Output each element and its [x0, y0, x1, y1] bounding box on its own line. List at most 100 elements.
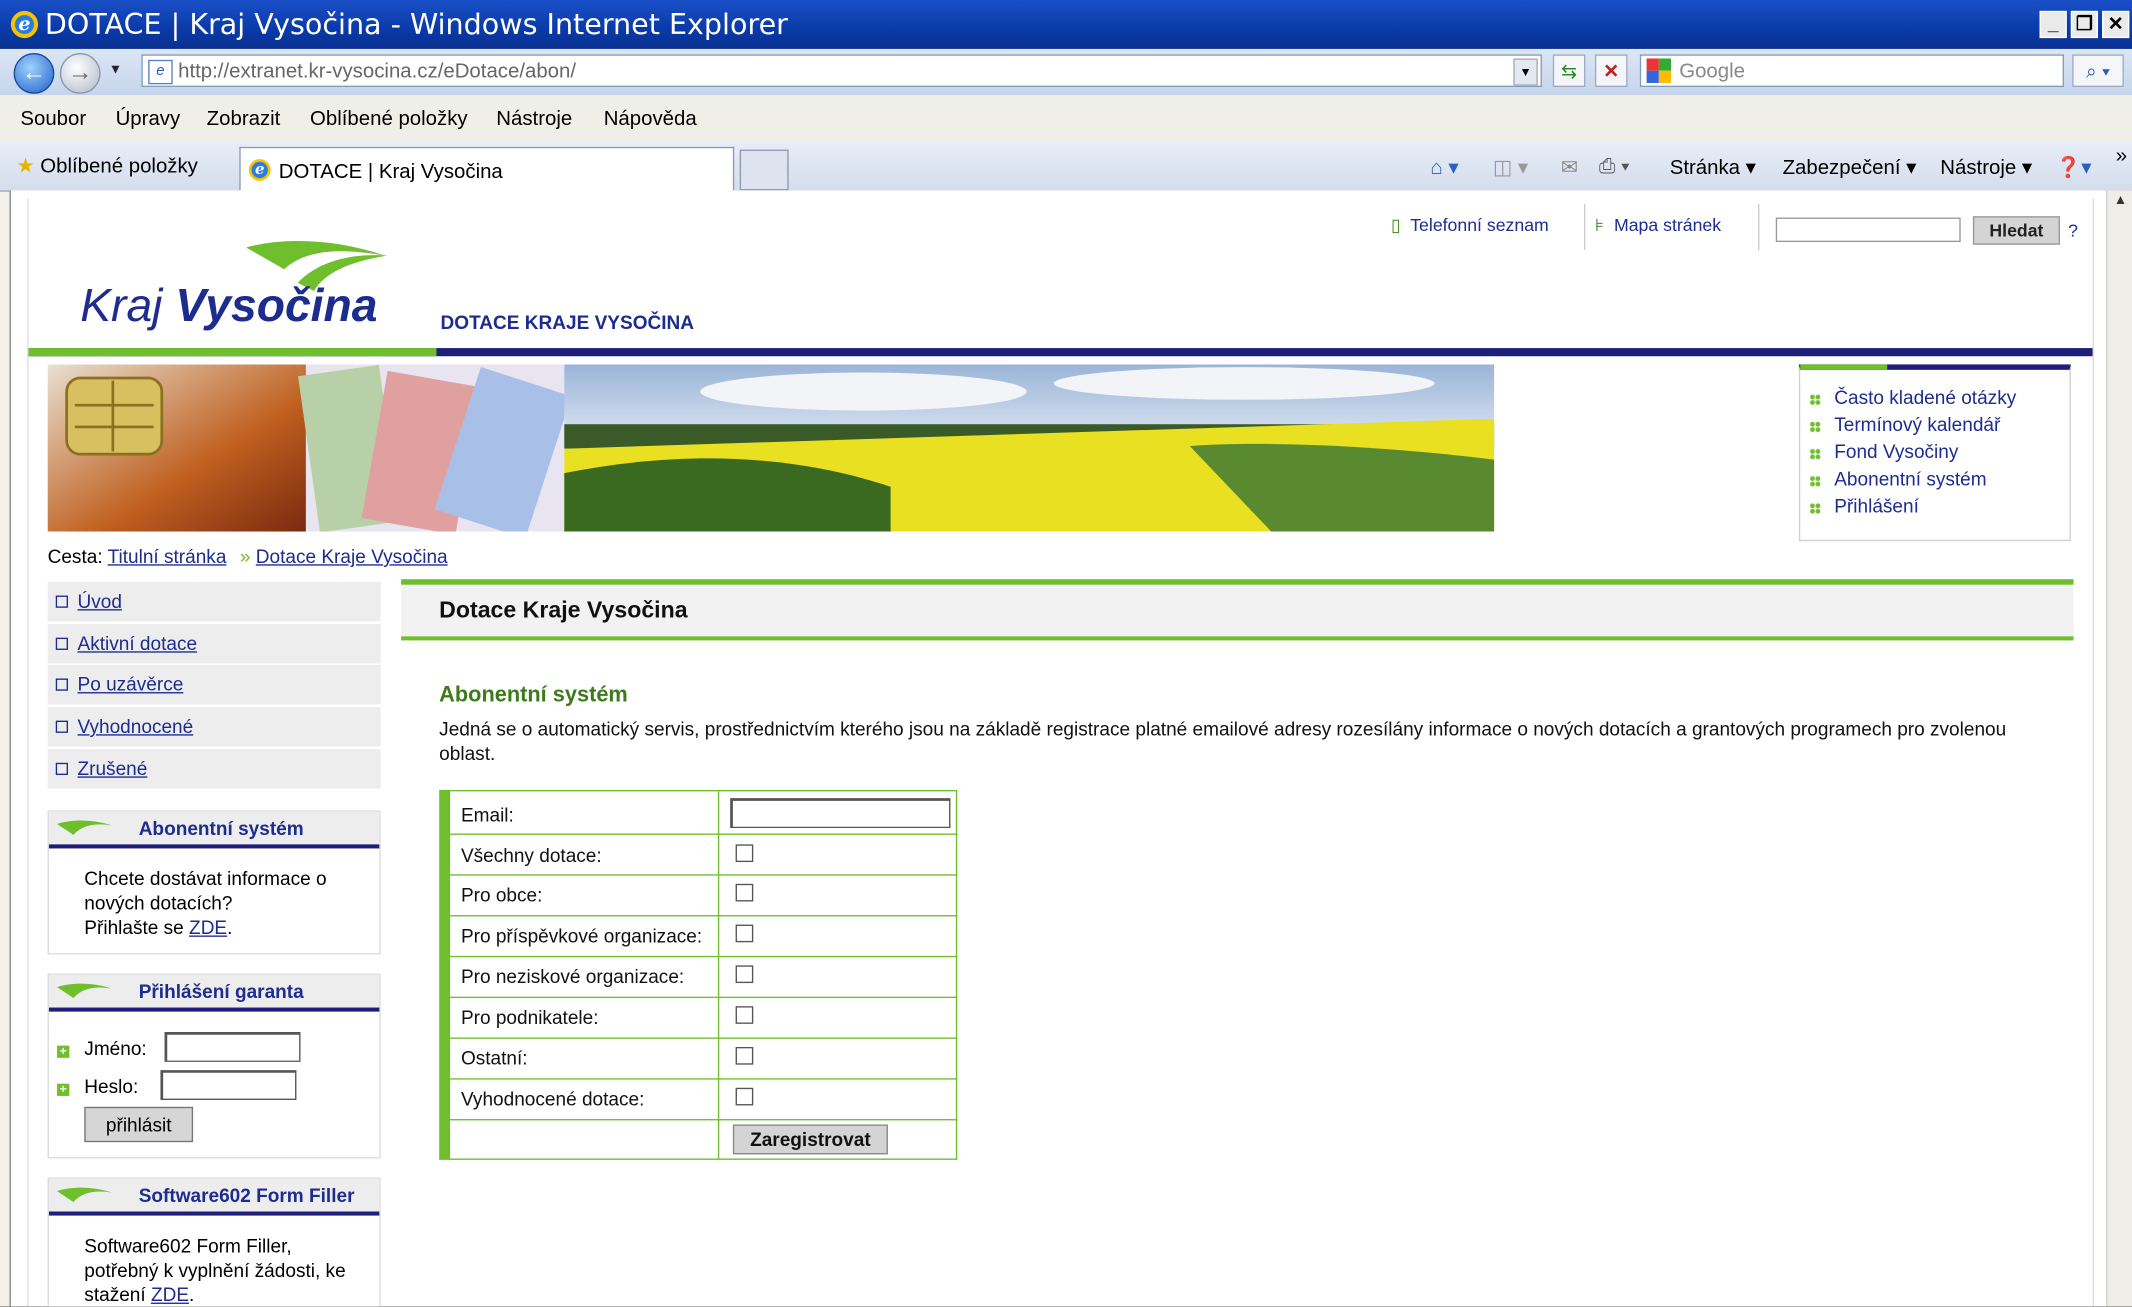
menu-item-soubor[interactable]: Soubor: [20, 107, 86, 130]
quick-link-fond[interactable]: Fond Vysočiny: [1834, 441, 1958, 463]
search-box[interactable]: Google: [1639, 54, 2065, 88]
quick-link-calendar[interactable]: Termínový kalendář: [1834, 413, 2000, 435]
security-menu[interactable]: Zabezpečení ▾: [1783, 155, 1917, 179]
tools-menu[interactable]: Nástroje ▾: [1940, 155, 2032, 179]
left-nav-item-uvod[interactable]: Úvod: [47, 581, 381, 625]
checkbox-prispevkove[interactable]: [735, 924, 754, 943]
checkbox-vsechny[interactable]: [735, 844, 754, 863]
ie-tab-icon: e: [248, 159, 271, 181]
sitemap-link[interactable]: ⊧ Mapa stránek: [1595, 215, 1721, 237]
close-window-button[interactable]: ✕: [2102, 10, 2130, 39]
left-nav-item-zrusene[interactable]: Zrušené: [47, 749, 381, 792]
form-row-option: Ostatní:: [450, 1039, 958, 1080]
plus-icon: +: [57, 1045, 70, 1058]
page-menu[interactable]: Stránka ▾: [1670, 155, 1756, 179]
section-title: Abonentní systém: [439, 683, 628, 708]
nav-square-icon: [55, 637, 68, 650]
widget-header: Software602 Form Filler: [48, 1178, 380, 1216]
widget-abon-link[interactable]: ZDE: [189, 916, 227, 938]
username-input[interactable]: [164, 1032, 301, 1062]
quick-link-login[interactable]: Přihlášení: [1834, 495, 1919, 517]
quick-link-abon[interactable]: Abonentní systém: [1834, 468, 1986, 490]
widget-sw-line3: stažení: [84, 1283, 151, 1306]
home-icon[interactable]: ⌂ ▾: [1430, 155, 1458, 179]
site-search-input[interactable]: [1775, 217, 1961, 243]
chevron-more-icon[interactable]: »: [2116, 144, 2127, 167]
email-label: Email:: [460, 803, 514, 826]
search-icon[interactable]: ⌕ ▾: [2072, 54, 2124, 88]
phone-list-link[interactable]: ▯ Telefonní seznam: [1391, 215, 1549, 237]
nav-square-icon: [55, 595, 68, 608]
forward-button[interactable]: →: [59, 53, 101, 94]
back-button[interactable]: ←: [13, 53, 55, 94]
new-tab-button[interactable]: [739, 149, 789, 191]
menu-item-napoveda[interactable]: Nápověda: [604, 107, 697, 130]
help-icon[interactable]: ❓▾: [2056, 155, 2092, 179]
main-heading-bar: Dotace Kraje Vysočina: [401, 579, 2074, 641]
menu-item-nastroje[interactable]: Nástroje: [496, 107, 572, 130]
left-nav-label: Zrušené: [77, 757, 148, 780]
checkbox-vyhodnocene[interactable]: [735, 1087, 754, 1106]
refresh-icon[interactable]: ⇆: [1552, 54, 1586, 88]
menu-item-upravy[interactable]: Úpravy: [116, 107, 181, 130]
nav-square-icon: [55, 762, 68, 776]
checkbox-podnikatele[interactable]: [735, 1006, 754, 1024]
checkbox-neziskove[interactable]: [735, 965, 754, 984]
banner-illustration: [47, 364, 1495, 532]
sitemap-icon: ⊧: [1594, 214, 1605, 236]
title-bar: e DOTACE | Kraj Vysočina - Windows Inter…: [0, 0, 2132, 49]
form-row-option: Pro obce:: [450, 876, 958, 917]
bullet-icon: [1809, 394, 1821, 406]
history-dropdown-icon[interactable]: ▼: [109, 63, 122, 78]
widget-title: Přihlášení garanta: [138, 980, 304, 1003]
bullet-icon: [1809, 421, 1821, 433]
address-bar[interactable]: e http://extranet.kr-vysocina.cz/eDotace…: [141, 54, 1542, 88]
minimize-button[interactable]: _: [2039, 10, 2067, 39]
favorites-button[interactable]: ★ Oblíbené položky: [16, 154, 198, 178]
search-help-link[interactable]: ?: [2068, 220, 2078, 240]
left-nav-item-po-uzaverce[interactable]: Po uzávěrce: [47, 664, 381, 708]
register-button[interactable]: Zaregistrovat: [732, 1124, 888, 1155]
page-icon: e: [148, 59, 173, 85]
header-banner-image: [47, 364, 1495, 532]
print-icon[interactable]: ⎙ ▾: [1599, 155, 1630, 178]
email-field[interactable]: [730, 798, 951, 829]
bullet-icon: [1809, 448, 1821, 460]
option-label: Všechny dotace:: [460, 844, 602, 867]
section-description: Jedná se o automatický servis, prostředn…: [439, 717, 2007, 765]
left-nav-item-vyhodnocene[interactable]: Vyhodnocené: [47, 707, 381, 750]
tab-dotace[interactable]: e DOTACE | Kraj Vysočina: [239, 146, 735, 192]
widget-abon-line2: nových dotacích?: [84, 891, 233, 914]
form-row-email: Email:: [450, 791, 958, 835]
widget-sw-link[interactable]: ZDE: [151, 1284, 189, 1306]
breadcrumb-current-link[interactable]: Dotace Kraje Vysočina: [256, 545, 448, 567]
quick-link-faq[interactable]: Často kladené otázky: [1834, 386, 2016, 408]
plus-icon: +: [57, 1083, 70, 1096]
subscription-form: Email: Všechny dotace: Pro obce: Pro pří…: [439, 789, 958, 1160]
left-nav-item-aktivni[interactable]: Aktivní dotace: [47, 624, 381, 667]
widget-abon-line1: Chcete dostávat informace o: [84, 867, 327, 890]
phone-icon: ▯: [1390, 214, 1401, 236]
logo-kraj: Kraj: [80, 280, 163, 332]
search-placeholder: Google: [1679, 59, 1746, 83]
restore-button[interactable]: ❐: [2070, 10, 2099, 39]
url-dropdown-icon[interactable]: ▼: [1513, 58, 1538, 86]
menu-item-oblibene[interactable]: Oblíbené položky: [310, 107, 468, 130]
menu-item-zobrazit[interactable]: Zobrazit: [207, 107, 281, 130]
feeds-icon[interactable]: ◫ ▾: [1493, 155, 1528, 179]
browser-content: ▯ Telefonní seznam ⊧ Mapa stránek Hledat…: [9, 190, 2108, 1307]
left-nav-label: Po uzávěrce: [77, 673, 184, 695]
stop-icon[interactable]: ✕: [1594, 54, 1628, 88]
password-input[interactable]: [160, 1070, 297, 1100]
login-button[interactable]: přihlásit: [84, 1106, 194, 1143]
breadcrumb-home-link[interactable]: Titulní stránka: [108, 545, 227, 567]
checkbox-ostatni[interactable]: [735, 1046, 754, 1065]
left-nav-label: Aktivní dotace: [77, 632, 198, 655]
swoosh-icon: [57, 983, 112, 999]
mail-icon[interactable]: ✉: [1561, 155, 1578, 179]
option-label: Pro obce:: [460, 883, 543, 906]
search-button[interactable]: Hledat: [1972, 216, 2060, 245]
scroll-up-icon[interactable]: ▲: [2110, 193, 2130, 213]
checkbox-obce[interactable]: [735, 883, 754, 902]
vertical-scrollbar[interactable]: ▲: [2106, 190, 2132, 1307]
